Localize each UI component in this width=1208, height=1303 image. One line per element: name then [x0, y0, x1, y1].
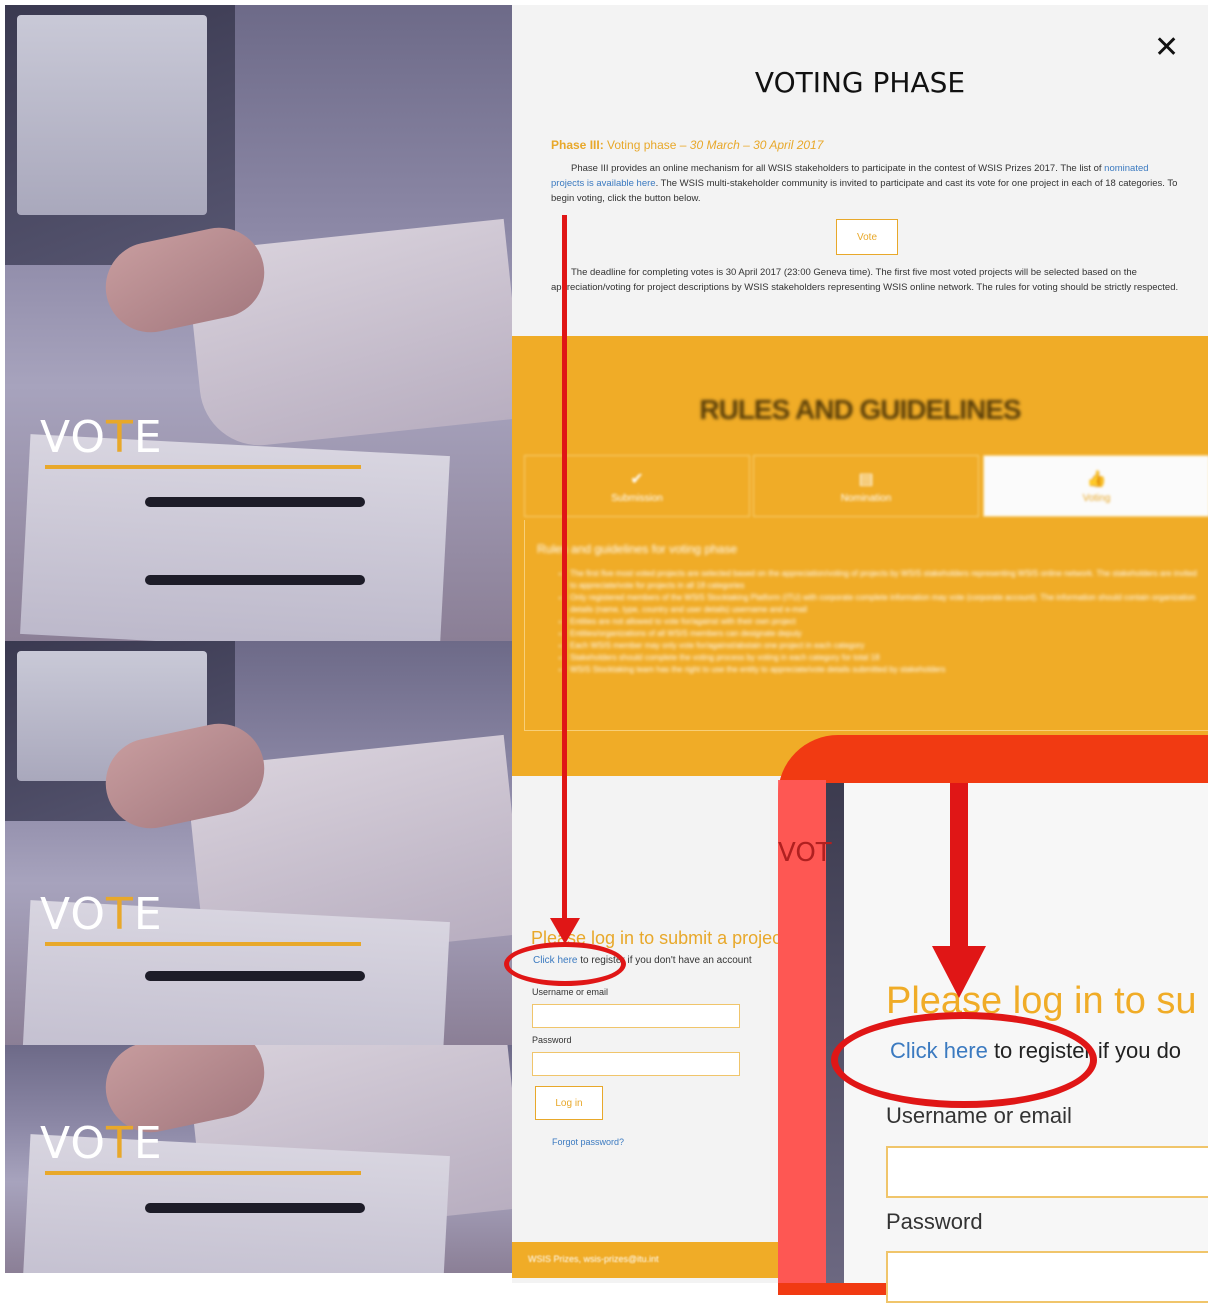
pen-shape [145, 1203, 365, 1213]
deadline-paragraph: The deadline for completing votes is 30 … [551, 265, 1183, 295]
list-item: Each WSIS member may only vote for/again… [570, 640, 1200, 652]
vote-banner-2: VOTE [40, 889, 163, 940]
vote-banner-1: VOTE [40, 412, 163, 463]
password-input[interactable] [532, 1052, 740, 1076]
pen-shape [145, 497, 365, 507]
laptop-screen [17, 15, 207, 215]
hero-photo-1 [5, 5, 512, 641]
annotation-ellipse-small [504, 942, 626, 986]
annotation-arrowhead [550, 918, 580, 944]
annotation-ellipse-large [831, 1012, 1097, 1108]
vote-letter: E [133, 412, 163, 463]
close-icon[interactable]: ✕ [1154, 30, 1179, 65]
zoom-username-input[interactable] [886, 1146, 1208, 1198]
pen-shape [145, 971, 365, 981]
username-input[interactable] [532, 1004, 740, 1028]
tab-label: Submission [611, 492, 663, 504]
vote-button[interactable]: Vote [836, 219, 898, 255]
check-icon: ✔ [630, 470, 644, 488]
vote-banner-3: VOTE [40, 1118, 163, 1169]
intro-paragraph: Phase III provides an online mechanism f… [551, 161, 1183, 206]
vote-letter-accent: T [105, 889, 134, 940]
intro-text: Phase III provides an online mechanism f… [571, 163, 1105, 174]
vote-letter: O [70, 1118, 106, 1169]
thumbs-up-icon: 👍 [1086, 470, 1107, 488]
password-label: Password [532, 1035, 572, 1045]
zoom-vote-fragment: VOT [778, 838, 832, 868]
phase-heading-dates: 30 March – 30 April 2017 [689, 138, 824, 152]
phase-heading-bold: Phase III: [551, 138, 604, 152]
tab-submission[interactable]: ✔ Submission [524, 455, 750, 517]
list-item: The first five most voted projects are s… [570, 568, 1200, 592]
rules-subtitle: Rules and guidelines for voting phase [537, 542, 738, 556]
tab-nomination[interactable]: ▤ Nomination [753, 455, 979, 517]
annotation-arrow-line [562, 215, 567, 927]
hero-photo-2 [5, 641, 512, 1045]
vote-underline [45, 1171, 361, 1175]
annotation-arrow-line-zoom [950, 783, 968, 953]
footer-text: WSIS Prizes, wsis-prizes@itu.int [528, 1254, 659, 1264]
page-title: VOTING PHASE [754, 66, 966, 99]
list-item: Entities/organizations of all WSIS membe… [570, 628, 1200, 640]
rules-title: RULES AND GUIDELINES [699, 394, 1021, 425]
list-item: WSIS Stocktaking team has the right to u… [570, 664, 1200, 676]
vote-letter: V [40, 1118, 71, 1169]
vote-letter: O [70, 412, 106, 463]
list-item: Stakeholders should complete the voting … [570, 652, 1200, 664]
forgot-password-link[interactable]: Forgot password? [552, 1137, 624, 1147]
vote-letter: O [70, 889, 106, 940]
zoom-password-input[interactable] [886, 1251, 1208, 1303]
vote-letter: V [40, 412, 71, 463]
rules-list: The first five most voted projects are s… [558, 568, 1200, 676]
vote-letter: V [40, 889, 71, 940]
phase-heading-text: Voting phase – [603, 138, 690, 152]
vote-letter-accent: T [105, 412, 134, 463]
pen-shape [145, 575, 365, 585]
zoom-password-label: Password [886, 1209, 983, 1234]
vote-letter: E [133, 1118, 163, 1169]
list-item: Only registered members of the WSIS Stoc… [570, 592, 1200, 616]
laptop-illustration [5, 5, 235, 265]
vote-underline [45, 942, 361, 946]
login-button[interactable]: Log in [535, 1086, 603, 1120]
deadline-text: The deadline for completing votes is 30 … [551, 267, 1179, 293]
vote-letter: E [133, 889, 163, 940]
tab-label: Voting [1082, 492, 1111, 504]
vote-letter-accent: T [105, 1118, 134, 1169]
vote-underline [45, 465, 361, 469]
list-icon: ▤ [858, 470, 874, 488]
tab-label: Nomination [840, 492, 892, 504]
phase-heading: Phase III: Voting phase – 30 March – 30 … [551, 138, 823, 152]
list-item: Entities are not allowed to vote for/aga… [570, 616, 1200, 628]
tab-voting[interactable]: 👍 Voting [983, 455, 1208, 517]
annotation-arrowhead-zoom [932, 946, 986, 998]
username-label: Username or email [532, 987, 609, 997]
